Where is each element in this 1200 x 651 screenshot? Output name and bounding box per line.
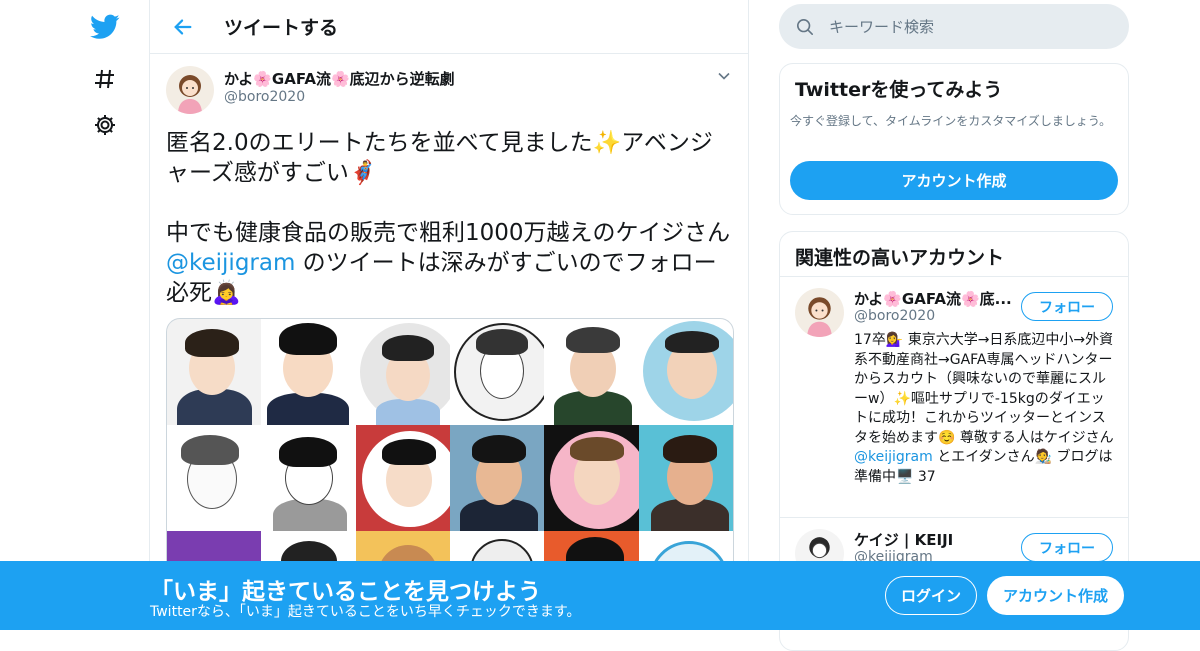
account-handle[interactable]: @boro2020 xyxy=(854,308,935,324)
account-name[interactable]: かよ🌸GAFA流🌸底... xyxy=(854,288,1012,309)
left-nav xyxy=(0,0,150,630)
tweet-text: 匿名2.0のエリートたちを並べて見ました✨アベンジャーズ感がすごい🦸‍♂️ 中で… xyxy=(150,112,748,308)
bio-text: 17卒💁‍♀️ 東京六大学→日系底辺中小→外資系不動産商社→GAFA専属ヘッドハ… xyxy=(854,332,1114,446)
create-account-button[interactable]: アカウント作成 xyxy=(790,161,1118,200)
follow-button[interactable]: フォロー xyxy=(1021,533,1113,562)
bottom-signup-bar: 「いま」起きていることを見つけよう Twitterなら、「いま」起きていることを… xyxy=(0,561,1200,630)
portrait-illustration xyxy=(261,425,356,531)
portrait-illustration xyxy=(261,319,356,425)
portrait-illustration xyxy=(355,425,450,531)
signup-button[interactable]: アカウント作成 xyxy=(987,576,1124,615)
page-title: ツイートする xyxy=(224,17,339,39)
related-accounts-title: 関連性の高いアカウント xyxy=(780,232,1128,277)
column-header: ツイートする xyxy=(150,0,748,54)
twitter-bird-icon[interactable] xyxy=(88,10,122,44)
author-name[interactable]: かよ🌸GAFA流🌸底辺から逆転劇 xyxy=(224,68,455,89)
search-icon xyxy=(795,17,815,37)
follow-button[interactable]: フォロー xyxy=(1021,292,1113,321)
portrait-illustration xyxy=(544,319,639,425)
hashtag-icon[interactable] xyxy=(88,62,122,96)
portrait-illustration xyxy=(638,319,733,425)
avatar[interactable] xyxy=(795,288,844,337)
login-button[interactable]: ログイン xyxy=(885,576,977,615)
author-handle[interactable]: @boro2020 xyxy=(224,89,305,105)
bottom-bar-subtitle: Twitterなら、「いま」起きていることをいち早くチェックできます。 xyxy=(150,604,581,620)
portrait-illustration xyxy=(167,319,262,425)
portrait-illustration xyxy=(167,425,262,531)
signup-card-title: Twitterを使ってみよう xyxy=(795,79,1003,101)
search-input[interactable] xyxy=(829,17,1099,36)
account-bio: 17卒💁‍♀️ 東京六大学→日系底辺中小→外資系不動産商社→GAFA専属ヘッドハ… xyxy=(854,331,1116,487)
tweet-image[interactable] xyxy=(166,318,734,578)
tweet-column: ツイートする かよ🌸GAFA流🌸底辺から逆転劇 @boro2020 匿名2.0の… xyxy=(149,0,749,630)
portrait-illustration xyxy=(638,425,733,531)
right-sidebar: Twitterを使ってみよう 今すぐ登録して、タイムラインをカスタマイズしましょ… xyxy=(779,0,1129,651)
avatar[interactable] xyxy=(166,66,214,114)
portrait-illustration xyxy=(450,425,545,531)
signup-card: Twitterを使ってみよう 今すぐ登録して、タイムラインをカスタマイズしましょ… xyxy=(779,63,1129,215)
tweet-text-part: 匿名2.0のエリートたちを並べて見ました✨アベンジャーズ感がすごい🦸‍♂️ 中で… xyxy=(166,130,731,246)
mention-link[interactable]: @keijigram xyxy=(166,250,295,276)
account-name[interactable]: ケイジ | KEIJI xyxy=(854,529,953,550)
chevron-down-icon[interactable] xyxy=(714,66,734,86)
mention-link[interactable]: @keijigram xyxy=(854,449,933,465)
tweet-author: かよ🌸GAFA流🌸底辺から逆転劇 @boro2020 xyxy=(150,54,748,114)
related-account[interactable]: かよ🌸GAFA流🌸底... @boro2020 フォロー 17卒💁‍♀️ 東京六… xyxy=(780,277,1128,518)
back-arrow-icon[interactable] xyxy=(168,12,198,42)
search-bar[interactable] xyxy=(779,4,1129,49)
portrait-illustration xyxy=(450,319,545,425)
gear-icon[interactable] xyxy=(88,108,122,142)
portrait-illustration xyxy=(544,425,639,531)
portrait-illustration xyxy=(355,319,450,425)
signup-card-description: 今すぐ登録して、タイムラインをカスタマイズしましょう。 xyxy=(790,114,1112,128)
